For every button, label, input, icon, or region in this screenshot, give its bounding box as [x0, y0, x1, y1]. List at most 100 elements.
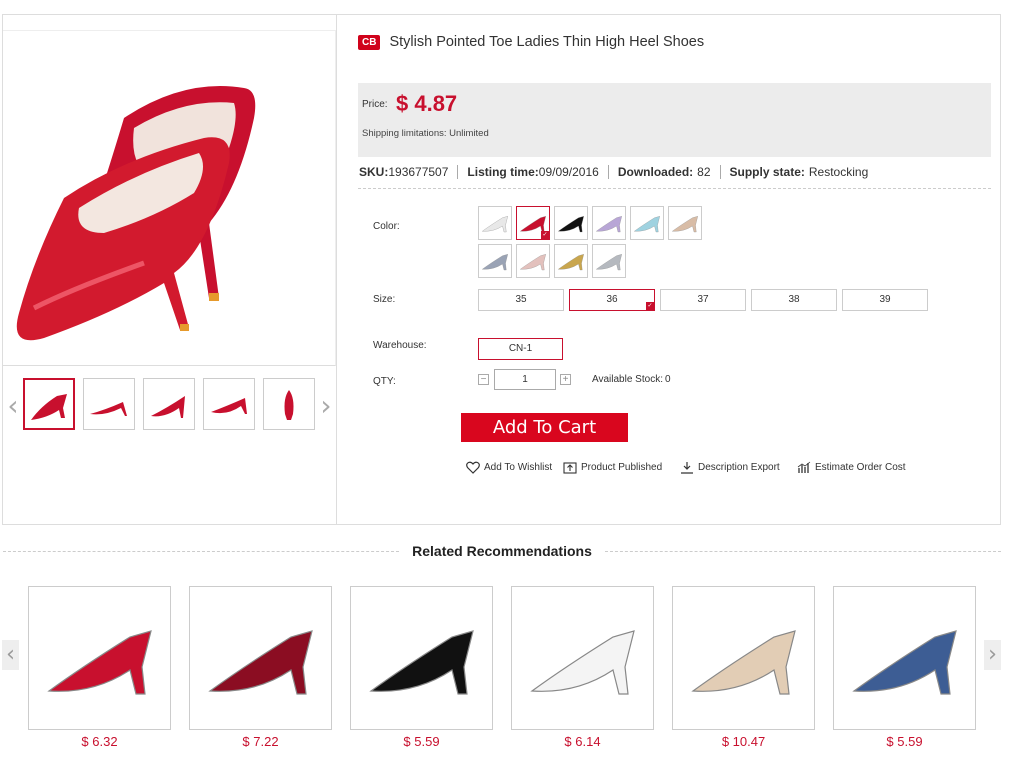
shoe-image	[519, 254, 546, 271]
related-product-card[interactable]	[511, 586, 654, 730]
panel-divider	[336, 14, 337, 525]
price-box: Price: $ 4.87 Shipping limitations: Unli…	[358, 83, 991, 157]
size-option-36[interactable]: 36 ✓	[569, 289, 655, 311]
related-product-card[interactable]	[833, 586, 976, 730]
related-divider	[3, 551, 399, 552]
estimate-label: Estimate Order Cost	[815, 462, 906, 473]
shoe-image	[481, 216, 508, 233]
related-product-price: $ 10.47	[721, 734, 766, 749]
meta-separator	[719, 165, 721, 179]
warehouse-option[interactable]: CN-1	[478, 338, 563, 360]
description-export-link[interactable]: Description Export	[680, 461, 780, 474]
sku-value: 193677507	[388, 165, 449, 179]
heart-icon	[466, 461, 480, 474]
main-product-image	[3, 30, 336, 366]
stock-label: Available Stock:	[592, 374, 663, 385]
related-product-card[interactable]	[672, 586, 815, 730]
chevron-left-icon[interactable]: ‹	[6, 388, 20, 424]
thumbnail-2[interactable]	[83, 378, 135, 430]
related-product-price: $ 5.59	[886, 734, 923, 749]
size-option-38[interactable]: 38	[751, 289, 837, 311]
related-product-price: $ 6.32	[81, 734, 118, 749]
related-product-card[interactable]	[28, 586, 171, 730]
available-stock: Available Stock: 0	[592, 374, 671, 385]
shoe-image	[595, 254, 622, 271]
wishlist-label: Add To Wishlist	[484, 462, 553, 473]
shoe-image	[368, 630, 474, 695]
color-swatch-nude[interactable]	[668, 206, 702, 240]
supply-value: Restocking	[808, 165, 869, 179]
size-option-39[interactable]: 39	[842, 289, 928, 311]
red-heels-image	[16, 86, 256, 341]
shoe-image	[46, 630, 152, 695]
shoe-image	[595, 216, 622, 233]
thumbnail-5[interactable]	[263, 378, 315, 430]
shoe-image	[207, 630, 313, 695]
color-swatch-pink-beige[interactable]	[516, 244, 550, 278]
product-title: Stylish Pointed Toe Ladies Thin High Hee…	[389, 34, 705, 50]
qty-input[interactable]: 1	[494, 369, 556, 390]
qty-increase-button[interactable]: +	[560, 374, 571, 385]
add-to-cart-button[interactable]: Add To Cart	[461, 413, 628, 442]
product-published-link[interactable]: Product Published	[563, 461, 662, 474]
shoe-image	[557, 216, 584, 233]
chevron-left-icon[interactable]: ‹	[2, 640, 19, 670]
color-swatch-lilac[interactable]	[592, 206, 626, 240]
chart-icon	[797, 461, 811, 473]
thumbnail-4[interactable]	[203, 378, 255, 430]
thumbnail-1[interactable]	[23, 378, 75, 430]
shoe-image	[529, 630, 635, 695]
related-title: Related Recommendations	[412, 543, 592, 559]
chevron-right-icon[interactable]: ›	[984, 640, 1001, 670]
color-swatch-grey-blue[interactable]	[478, 244, 512, 278]
color-swatch-red[interactable]: ✓	[516, 206, 550, 240]
color-swatch-silver[interactable]	[592, 244, 626, 278]
related-product-card[interactable]	[189, 586, 332, 730]
product-meta-row: SKU: 193677507 Listing time: 09/09/2016 …	[359, 165, 868, 179]
product-title-row: CB Stylish Pointed Toe Ladies Thin High …	[358, 32, 704, 52]
shipping-limitations: Shipping limitations: Unlimited	[362, 128, 489, 139]
related-product-card[interactable]	[350, 586, 493, 730]
thumbnail-strip: ‹ ›	[3, 372, 336, 436]
color-swatch-black[interactable]	[554, 206, 588, 240]
cb-badge: CB	[358, 34, 381, 50]
stock-value: 0	[664, 374, 671, 385]
thumb-shoe-icon	[284, 390, 294, 420]
section-divider	[358, 188, 991, 189]
related-divider	[605, 551, 1001, 552]
upload-icon	[563, 462, 577, 474]
size-option-35[interactable]: 35	[478, 289, 564, 311]
thumb-shoe-icon	[151, 396, 185, 418]
price-value: $ 4.87	[396, 91, 458, 116]
add-to-wishlist-link[interactable]: Add To Wishlist	[466, 461, 552, 474]
selected-check-icon: ✓	[646, 302, 654, 310]
color-swatch-light-blue[interactable]	[630, 206, 664, 240]
downloaded-label: Downloaded:	[617, 165, 694, 179]
related-product-price: $ 7.22	[242, 734, 279, 749]
download-icon	[681, 462, 693, 474]
estimate-order-cost-link[interactable]: Estimate Order Cost	[797, 461, 906, 474]
color-swatch-gold[interactable]	[554, 244, 588, 278]
related-product-price: $ 6.14	[564, 734, 601, 749]
published-label: Product Published	[581, 462, 663, 473]
color-label: Color:	[373, 221, 400, 232]
shoe-image	[851, 630, 957, 695]
shoe-image	[671, 216, 698, 233]
listing-value: 09/09/2016	[538, 165, 599, 179]
color-swatch-white[interactable]	[478, 206, 512, 240]
selected-check-icon: ✓	[541, 231, 549, 239]
meta-separator	[457, 165, 459, 179]
supply-label: Supply state:	[729, 165, 805, 179]
price-label: Price:	[362, 99, 388, 110]
thumb-shoe-icon	[90, 402, 127, 416]
qty-label: QTY:	[373, 376, 396, 387]
shoe-image	[690, 630, 796, 695]
size-option-37[interactable]: 37	[660, 289, 746, 311]
shoe-image	[557, 254, 584, 271]
meta-separator	[607, 165, 609, 179]
qty-decrease-button[interactable]: −	[478, 374, 489, 385]
thumbnail-3[interactable]	[143, 378, 195, 430]
chevron-right-icon[interactable]: ›	[319, 388, 333, 424]
downloaded-value: 82	[697, 165, 711, 179]
thumb-shoe-icon	[31, 394, 67, 420]
